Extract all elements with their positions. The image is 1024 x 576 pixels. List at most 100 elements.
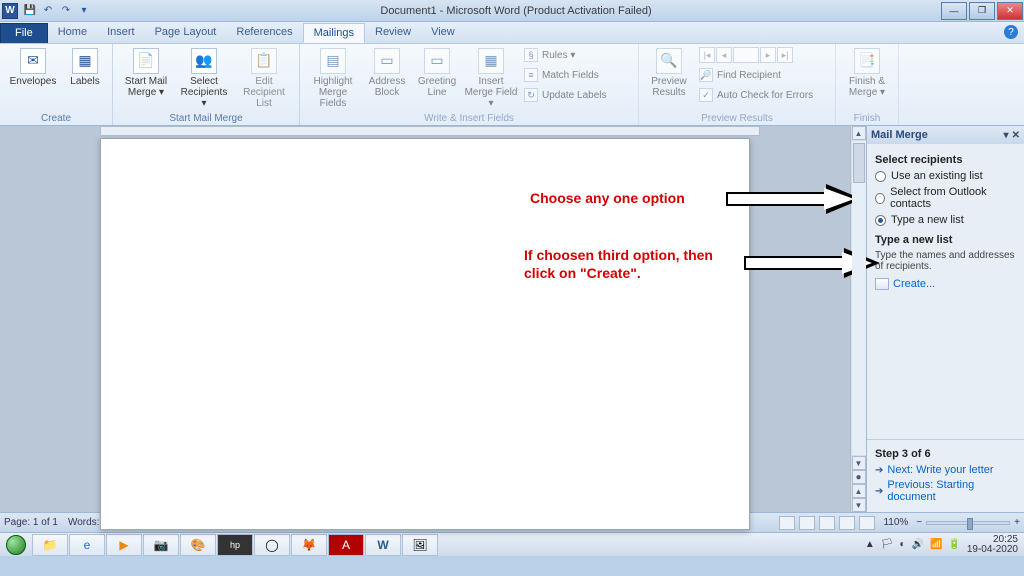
undo-icon[interactable]: ↶ [40, 3, 56, 19]
tray-time: 20:25 [967, 535, 1018, 545]
last-record-icon[interactable]: ▸| [777, 47, 793, 63]
close-button[interactable]: ✕ [997, 2, 1023, 20]
group-finish: 📑Finish & Merge ▾ Finish [836, 44, 899, 125]
taskpane-dropdown-icon[interactable]: ▾ [1004, 130, 1009, 141]
prev-record-icon[interactable]: ◂ [716, 47, 732, 63]
tab-home[interactable]: Home [48, 23, 97, 43]
zoom-slider[interactable] [926, 521, 1010, 525]
tray-network-icon[interactable]: 📶 [930, 539, 942, 550]
horizontal-ruler[interactable] [100, 126, 760, 136]
highlight-icon: ▤ [320, 48, 346, 74]
tray-volume-icon[interactable]: 🔊 [911, 539, 923, 550]
help-icon[interactable]: ? [1004, 25, 1018, 39]
page-status[interactable]: Page: 1 of 1 [4, 517, 58, 528]
minimize-button[interactable]: — [941, 2, 967, 20]
scroll-track[interactable] [852, 141, 866, 455]
prev-page-icon[interactable]: ▲ [852, 484, 866, 498]
tab-view[interactable]: View [421, 23, 465, 43]
record-nav[interactable]: |◂◂ ▸▸| [697, 46, 829, 64]
redo-icon[interactable]: ↷ [58, 3, 74, 19]
scroll-up-icon[interactable]: ▲ [852, 126, 866, 140]
taskpane-close-icon[interactable]: ✕ [1012, 130, 1020, 141]
scroll-thumb[interactable] [853, 143, 865, 183]
taskbar-explorer[interactable]: 📁 [32, 534, 68, 556]
start-mail-merge-button[interactable]: 📄Start Mail Merge ▾ [119, 46, 173, 98]
tab-insert[interactable]: Insert [97, 23, 145, 43]
next-step-link[interactable]: ➔Next: Write your letter [875, 464, 1016, 476]
find-icon: 🔎 [699, 68, 713, 82]
taskbar-media[interactable]: ▶ [106, 534, 142, 556]
print-layout-view-icon[interactable] [779, 516, 795, 530]
envelopes-label: Envelopes [10, 76, 57, 87]
next-page-icon[interactable]: ▼ [852, 498, 866, 512]
tab-file[interactable]: File [0, 23, 48, 43]
rules-button[interactable]: §Rules ▾ [522, 46, 632, 64]
radio-icon [875, 171, 886, 182]
qat-customize-icon[interactable]: ▾ [76, 3, 92, 19]
tab-references[interactable]: References [226, 23, 302, 43]
tab-mailings[interactable]: Mailings [303, 23, 365, 43]
tray-power-icon[interactable]: 🔋 [948, 539, 960, 550]
taskbar-reader[interactable]: A [328, 534, 364, 556]
taskbar-firefox[interactable]: 🦊 [291, 534, 327, 556]
group-preview-label: Preview Results [645, 113, 829, 125]
fullscreen-view-icon[interactable] [799, 516, 815, 530]
taskbar-app1[interactable]: 📷 [143, 534, 179, 556]
browse-object-icon[interactable]: ● [852, 470, 866, 484]
zoom-level[interactable]: 110% [883, 517, 908, 528]
edit-recipient-list-label: Edit Recipient List [235, 76, 293, 109]
web-layout-view-icon[interactable] [819, 516, 835, 530]
start-button[interactable] [0, 534, 32, 556]
highlight-merge-button[interactable]: ▤Highlight Merge Fields [306, 46, 360, 109]
radio-existing-list[interactable]: Use an existing list [875, 170, 1016, 182]
radio-type-new-list[interactable]: Type a new list [875, 214, 1016, 226]
rules-icon: § [524, 48, 538, 62]
preview-results-button[interactable]: 🔍Preview Results [645, 46, 693, 98]
taskbar-paint[interactable]: 🎨 [180, 534, 216, 556]
scroll-down-icon[interactable]: ▼ [852, 456, 866, 470]
greeting-line-button[interactable]: ▭Greeting Line [414, 46, 460, 98]
taskpane-body: Select recipients Use an existing list S… [867, 144, 1024, 439]
tray-clock[interactable]: 20:25 19-04-2020 [967, 535, 1018, 555]
draft-view-icon[interactable] [859, 516, 875, 530]
outline-view-icon[interactable] [839, 516, 855, 530]
update-icon: ↻ [524, 88, 538, 102]
taskbar-chrome[interactable]: ◯ [254, 534, 290, 556]
zoom-knob[interactable] [967, 518, 973, 530]
radio-outlook-contacts[interactable]: Select from Outlook contacts [875, 186, 1016, 210]
taskbar-app2[interactable]: 🖼 [402, 534, 438, 556]
create-link[interactable]: Create... [875, 278, 1016, 290]
record-number[interactable] [733, 47, 759, 63]
taskbar-ie[interactable]: e [69, 534, 105, 556]
first-record-icon[interactable]: |◂ [699, 47, 715, 63]
next-record-icon[interactable]: ▸ [760, 47, 776, 63]
edit-list-icon: 📋 [251, 48, 277, 74]
select-recipients-button[interactable]: 👥Select Recipients ▾ [177, 46, 231, 109]
restore-button[interactable]: ❐ [969, 2, 995, 20]
save-icon[interactable]: 💾 [22, 3, 38, 19]
find-recipient-button[interactable]: 🔎Find Recipient [697, 66, 829, 84]
tray-show-hidden-icon[interactable]: ▲ [865, 539, 875, 550]
tray-app-icon[interactable]: ◐ [899, 539, 905, 550]
taskbar-word[interactable]: W [365, 534, 401, 556]
taskbar-hp[interactable]: hp [217, 534, 253, 556]
address-block-button[interactable]: ▭Address Block [364, 46, 410, 98]
update-labels-button[interactable]: ↻Update Labels [522, 86, 632, 104]
match-icon: ≡ [524, 68, 538, 82]
match-fields-button[interactable]: ≡Match Fields [522, 66, 632, 84]
zoom-in-button[interactable]: + [1014, 517, 1020, 528]
insert-merge-field-button[interactable]: ▦Insert Merge Field ▾ [464, 46, 518, 109]
zoom-out-button[interactable]: − [916, 517, 922, 528]
auto-check-button[interactable]: ✓Auto Check for Errors [697, 86, 829, 104]
tab-review[interactable]: Review [365, 23, 421, 43]
edit-recipient-list-button[interactable]: 📋Edit Recipient List [235, 46, 293, 109]
envelopes-button[interactable]: ✉ Envelopes [6, 46, 60, 87]
envelope-icon: ✉ [20, 48, 46, 74]
finish-merge-button[interactable]: 📑Finish & Merge ▾ [842, 46, 892, 98]
vertical-scrollbar[interactable]: ▲ ▼ ● ▲ ▼ [850, 126, 866, 512]
labels-button[interactable]: ▦Labels [64, 46, 106, 87]
tab-page-layout[interactable]: Page Layout [145, 23, 227, 43]
step-label: Step 3 of 6 [875, 448, 1016, 460]
tray-action-center-icon[interactable]: 🏳 [881, 539, 894, 550]
prev-step-link[interactable]: ➔Previous: Starting document [875, 479, 1016, 503]
